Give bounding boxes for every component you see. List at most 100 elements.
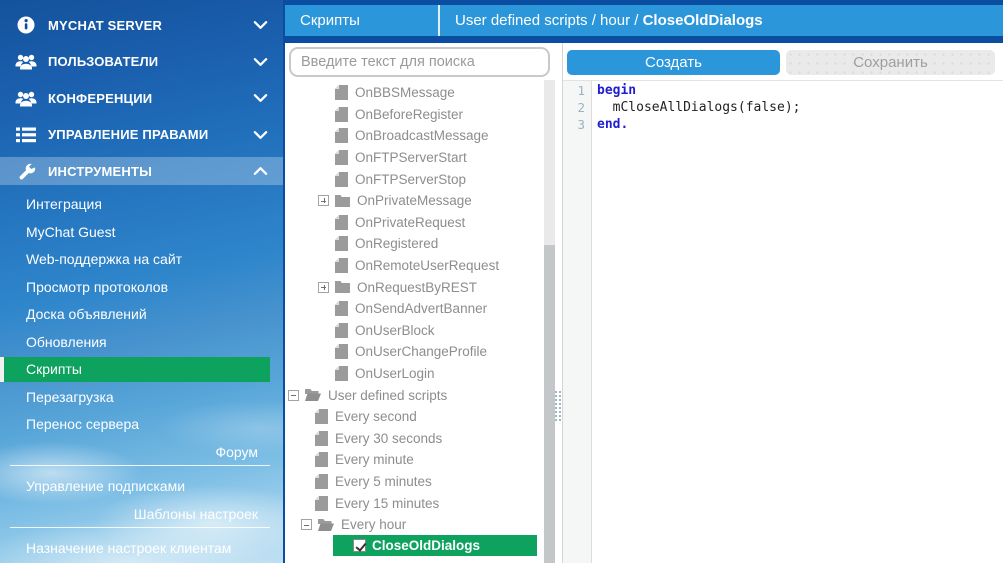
sidebar-category[interactable]: ПОЛЬЗОВАТЕЛИ bbox=[0, 44, 283, 81]
tree-item[interactable]: OnFTPServerStop bbox=[285, 168, 541, 190]
tree-item-label: OnFTPServerStop bbox=[355, 172, 466, 187]
folder-closed-icon bbox=[335, 195, 350, 207]
tree-item[interactable]: Every 15 minutes bbox=[285, 492, 541, 514]
sidebar-item[interactable]: MyChat Guest bbox=[0, 219, 283, 247]
tree-item[interactable]: OnUserLogin bbox=[285, 363, 541, 385]
tree-item[interactable]: Every minute bbox=[285, 449, 541, 471]
tree-item-label: OnSendAdvertBanner bbox=[355, 301, 487, 316]
tree-item-label: Every 30 seconds bbox=[335, 431, 442, 446]
sidebar-item[interactable]: Интеграция bbox=[0, 191, 283, 219]
tree-item[interactable]: OnBroadcastMessage bbox=[285, 125, 541, 147]
tree-item-label: OnPrivateRequest bbox=[355, 215, 465, 230]
tree-scrollbar-track[interactable] bbox=[544, 80, 555, 563]
tree-item-label: User defined scripts bbox=[328, 388, 447, 403]
create-button[interactable]: Создать bbox=[567, 50, 780, 75]
file-icon bbox=[335, 215, 348, 230]
line-number-gutter: 123 bbox=[563, 81, 592, 563]
sidebar-item[interactable]: Управление подписками bbox=[0, 473, 283, 501]
collapse-icon[interactable] bbox=[288, 390, 299, 401]
file-icon bbox=[315, 452, 328, 467]
sidebar-item[interactable]: Перенос сервера bbox=[0, 411, 283, 439]
info-icon bbox=[14, 15, 38, 35]
tree-item[interactable]: User defined scripts bbox=[285, 384, 541, 406]
tree-item[interactable]: OnFTPServerStart bbox=[285, 147, 541, 169]
code-line: begin bbox=[597, 82, 997, 99]
page-title: Скрипты bbox=[285, 5, 440, 36]
sidebar-category[interactable]: УПРАВЛЕНИЕ ПРАВАМИ bbox=[0, 117, 283, 154]
tree-item-label: OnBeforeRegister bbox=[355, 107, 463, 122]
tree-item[interactable]: Every 30 seconds bbox=[285, 428, 541, 450]
search-input[interactable] bbox=[289, 47, 550, 77]
line-number: 3 bbox=[563, 116, 585, 133]
save-button[interactable]: Сохранить bbox=[786, 50, 995, 75]
tree-item[interactable]: OnPrivateRequest bbox=[285, 212, 541, 234]
tree-item[interactable]: Every 5 minutes bbox=[285, 471, 541, 493]
sidebar-item[interactable]: Форум bbox=[10, 439, 270, 467]
users-icon bbox=[14, 90, 38, 107]
chevron-down-icon bbox=[251, 130, 269, 140]
tree-item[interactable]: OnRemoteUserRequest bbox=[285, 255, 541, 277]
line-number: 2 bbox=[563, 99, 585, 116]
content-area: Скрипты User defined scripts / hour / Cl… bbox=[283, 0, 1003, 563]
checkbox[interactable] bbox=[353, 539, 366, 552]
sidebar-item[interactable]: Скрипты bbox=[0, 357, 270, 382]
file-icon bbox=[315, 496, 328, 511]
file-icon bbox=[335, 366, 348, 381]
file-icon bbox=[335, 344, 348, 359]
tree-item[interactable]: CloseOldDialogs bbox=[333, 535, 537, 556]
tree-item[interactable]: OnRegistered bbox=[285, 233, 541, 255]
tree-item[interactable]: Every hour bbox=[285, 514, 541, 536]
splitter-grip-icon[interactable] bbox=[554, 390, 562, 422]
list-icon bbox=[14, 127, 38, 143]
sidebar-item[interactable]: Шаблоны настроек bbox=[10, 501, 270, 529]
sidebar-category[interactable]: ИНСТРУМЕНТЫ bbox=[0, 157, 283, 185]
tree-item-label: OnRegistered bbox=[355, 236, 438, 251]
header-bar: Скрипты User defined scripts / hour / Cl… bbox=[285, 5, 1003, 36]
line-number: 1 bbox=[563, 82, 585, 99]
script-tree: OnBBSMessage OnBeforeRegister OnBroadcastM… bbox=[285, 82, 541, 556]
page-header: Скрипты User defined scripts / hour / Cl… bbox=[285, 0, 1003, 43]
sidebar-category[interactable]: КОНФЕРЕНЦИИ bbox=[0, 80, 283, 117]
tree-item[interactable]: OnUserBlock bbox=[285, 320, 541, 342]
breadcrumb-path: User defined scripts / hour / bbox=[455, 12, 643, 29]
tree-item[interactable]: OnSendAdvertBanner bbox=[285, 298, 541, 320]
tree-item-label: Every 15 minutes bbox=[335, 496, 439, 511]
tree-item[interactable]: OnBBSMessage bbox=[285, 82, 541, 104]
sidebar-item[interactable]: Перезагрузка bbox=[0, 384, 283, 412]
file-icon bbox=[335, 301, 348, 316]
tree-item[interactable]: Every second bbox=[285, 406, 541, 428]
collapse-icon[interactable] bbox=[301, 519, 312, 530]
tree-item-label: OnUserBlock bbox=[355, 323, 435, 338]
tree-item-label: Every second bbox=[335, 409, 417, 424]
file-icon bbox=[335, 258, 348, 273]
file-icon bbox=[335, 236, 348, 251]
sidebar-item[interactable]: Обновления bbox=[0, 329, 283, 357]
wrench-icon bbox=[14, 162, 38, 181]
sidebar-item[interactable]: Назначение настроек клиентам bbox=[0, 535, 283, 563]
chevron-down-icon bbox=[251, 93, 269, 103]
sidebar-item[interactable]: Просмотр протоколов bbox=[0, 274, 283, 302]
breadcrumb: User defined scripts / hour / CloseOldDi… bbox=[440, 5, 1003, 36]
tree-item[interactable]: OnUserChangeProfile bbox=[285, 341, 541, 363]
tree-item[interactable]: OnBeforeRegister bbox=[285, 104, 541, 126]
chevron-down-icon bbox=[251, 20, 269, 30]
code-editor[interactable]: begin mCloseAllDialogs(false);end. bbox=[597, 81, 997, 563]
chevron-up-icon bbox=[251, 166, 269, 176]
sidebar-category-label: ИНСТРУМЕНТЫ bbox=[48, 164, 251, 179]
tree-item-label: OnBBSMessage bbox=[355, 85, 455, 100]
sidebar-item[interactable]: Web-поддержка на сайт bbox=[0, 246, 283, 274]
tree-item[interactable]: OnPrivateMessage bbox=[285, 190, 541, 212]
folder-closed-icon bbox=[335, 281, 350, 293]
sidebar-item[interactable]: Доска объявлений bbox=[0, 301, 283, 329]
users-icon bbox=[14, 53, 38, 70]
expand-icon[interactable] bbox=[318, 282, 329, 293]
tree-item[interactable]: OnRequestByREST bbox=[285, 276, 541, 298]
expand-icon[interactable] bbox=[318, 195, 329, 206]
tree-item-label: Every hour bbox=[341, 517, 406, 532]
file-icon bbox=[335, 85, 348, 100]
sidebar-category[interactable]: MYCHAT SERVER bbox=[0, 7, 283, 44]
sidebar-category-label: ПОЛЬЗОВАТЕЛИ bbox=[48, 54, 251, 69]
tree-item-label: Every 5 minutes bbox=[335, 474, 432, 489]
sidebar: MYCHAT SERVER ПОЛЬЗОВАТЕЛИ КОНФЕРЕНЦИИУПРА… bbox=[0, 0, 283, 563]
mychat-admin-window: MYCHAT SERVER ПОЛЬЗОВАТЕЛИ КОНФЕРЕНЦИИУПРА… bbox=[0, 0, 1003, 563]
